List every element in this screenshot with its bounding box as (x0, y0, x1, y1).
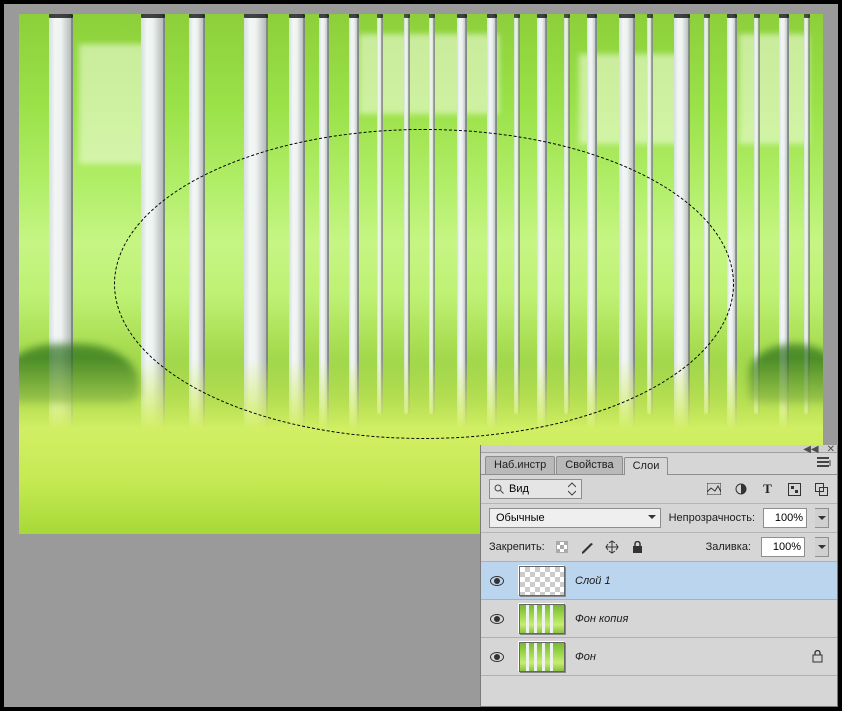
tab-layers[interactable]: Слои (624, 457, 669, 475)
app-frame: ◀◀ ✕ Наб.инстр Свойства Слои Вид (4, 4, 838, 707)
layer-filter-label: Вид (509, 483, 529, 495)
opacity-stepper[interactable] (815, 508, 829, 528)
blend-mode-value: Обычные (496, 512, 545, 524)
layer-name[interactable]: Фон копия (575, 613, 628, 625)
blend-mode-select[interactable]: Обычные (489, 508, 661, 528)
lock-image-icon[interactable] (580, 540, 595, 555)
layer-thumbnail[interactable] (519, 604, 565, 634)
lock-label: Закрепить: (489, 541, 545, 553)
fill-label: Заливка: (706, 541, 751, 553)
visibility-toggle[interactable] (485, 614, 509, 624)
opacity-label: Непрозрачность: (669, 512, 755, 524)
layer-row[interactable]: Фон (481, 638, 837, 676)
search-icon (494, 484, 505, 495)
eye-icon (490, 614, 504, 624)
fill-value: 100% (773, 541, 801, 553)
layers-list: Слой 1 Фон копия Фон (481, 562, 837, 676)
panel-menu-icon[interactable] (817, 457, 831, 469)
layer-filter-select[interactable]: Вид (489, 479, 582, 499)
opacity-input[interactable]: 100% (763, 508, 807, 528)
filter-type-icon[interactable]: T (760, 482, 775, 497)
layer-thumbnail[interactable] (519, 642, 565, 672)
filter-shape-icon[interactable] (787, 482, 802, 497)
lock-icon (812, 650, 823, 663)
filter-adjustment-icon[interactable] (733, 482, 748, 497)
panel-tabs: Наб.инстр Свойства Слои (481, 453, 837, 475)
filter-pixel-icon[interactable] (706, 482, 721, 497)
visibility-toggle[interactable] (485, 576, 509, 586)
lock-all-icon[interactable] (630, 540, 645, 555)
opacity-value: 100% (775, 512, 803, 524)
fill-stepper[interactable] (815, 537, 829, 557)
tab-properties[interactable]: Свойства (556, 456, 622, 474)
layer-name[interactable]: Слой 1 (575, 575, 611, 587)
panel-titlebar[interactable]: ◀◀ ✕ (481, 445, 837, 453)
stepper-icon (565, 481, 579, 497)
layer-row[interactable]: Фон копия (481, 600, 837, 638)
layer-thumbnail[interactable] (519, 566, 565, 596)
layer-row[interactable]: Слой 1 (481, 562, 837, 600)
eye-icon (490, 576, 504, 586)
tab-tools[interactable]: Наб.инстр (485, 456, 555, 474)
lock-row: Закрепить: Заливка: 100% (481, 533, 837, 562)
layers-panel: ◀◀ ✕ Наб.инстр Свойства Слои Вид (480, 445, 838, 707)
filter-smart-icon[interactable] (814, 482, 829, 497)
fill-input[interactable]: 100% (761, 537, 805, 557)
filter-icons: T (706, 482, 829, 497)
lock-position-icon[interactable] (605, 540, 620, 555)
eye-icon (490, 652, 504, 662)
blend-row: Обычные Непрозрачность: 100% (481, 503, 837, 533)
filter-row: Вид T (481, 475, 837, 503)
lock-transparency-icon[interactable] (555, 540, 570, 555)
layer-name[interactable]: Фон (575, 651, 596, 663)
visibility-toggle[interactable] (485, 652, 509, 662)
